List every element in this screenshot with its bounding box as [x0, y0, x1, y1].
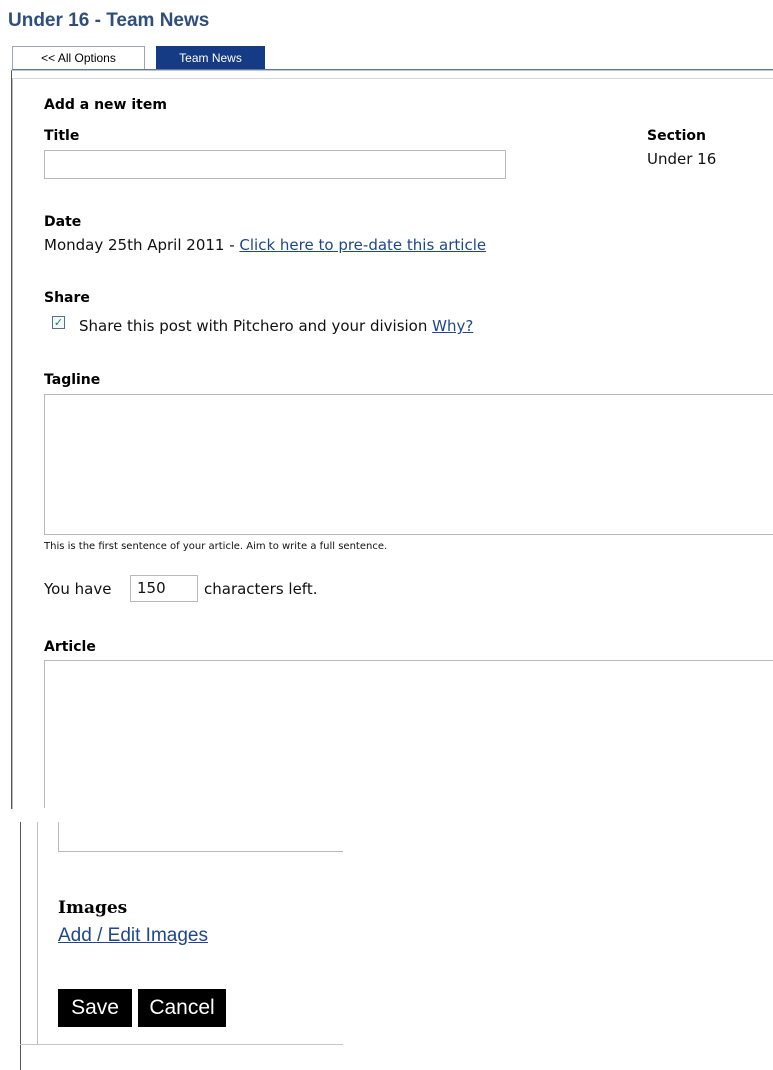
- date-label: Date: [44, 214, 82, 230]
- section-label: Section: [647, 128, 706, 144]
- share-checkbox[interactable]: ✓: [52, 316, 65, 329]
- page-title: Under 16 - Team News: [8, 10, 210, 31]
- add-edit-images-link[interactable]: Add / Edit Images: [58, 925, 208, 947]
- article-label: Article: [44, 639, 96, 655]
- title-label: Title: [44, 128, 80, 144]
- counter-suffix: characters left.: [204, 580, 318, 598]
- tagline-label: Tagline: [44, 372, 101, 388]
- tagline-textarea[interactable]: [44, 394, 773, 535]
- lower-inner-border: [37, 822, 38, 1044]
- save-button[interactable]: Save: [58, 989, 132, 1027]
- images-label: Images: [58, 898, 128, 918]
- predate-link[interactable]: Click here to pre-date this article: [239, 236, 486, 254]
- tagline-hint: This is the first sentence of your artic…: [44, 541, 388, 552]
- tab-team-news[interactable]: Team News: [156, 46, 265, 70]
- lower-panel-border: [20, 822, 21, 1070]
- cancel-button[interactable]: Cancel: [138, 989, 226, 1027]
- date-row: Monday 25th April 2011 - Click here to p…: [44, 236, 486, 254]
- article-textarea[interactable]: [44, 660, 773, 808]
- title-input[interactable]: [44, 150, 506, 179]
- panel-bottom-border: [20, 1044, 343, 1045]
- characters-left-counter: 150: [130, 575, 198, 602]
- tab-all-options[interactable]: << All Options: [12, 46, 145, 70]
- why-link[interactable]: Why?: [432, 317, 473, 335]
- date-value: Monday 25th April 2011 -: [44, 236, 240, 254]
- share-label: Share: [44, 290, 90, 306]
- form-heading: Add a new item: [44, 97, 167, 113]
- checkmark-icon: ✓: [53, 316, 64, 329]
- article-textarea-bottom[interactable]: [58, 822, 343, 852]
- counter-prefix: You have: [44, 580, 112, 598]
- share-row: Share this post with Pitchero and your d…: [79, 317, 473, 335]
- share-text: Share this post with Pitchero and your d…: [79, 317, 433, 335]
- section-value: Under 16: [647, 150, 717, 168]
